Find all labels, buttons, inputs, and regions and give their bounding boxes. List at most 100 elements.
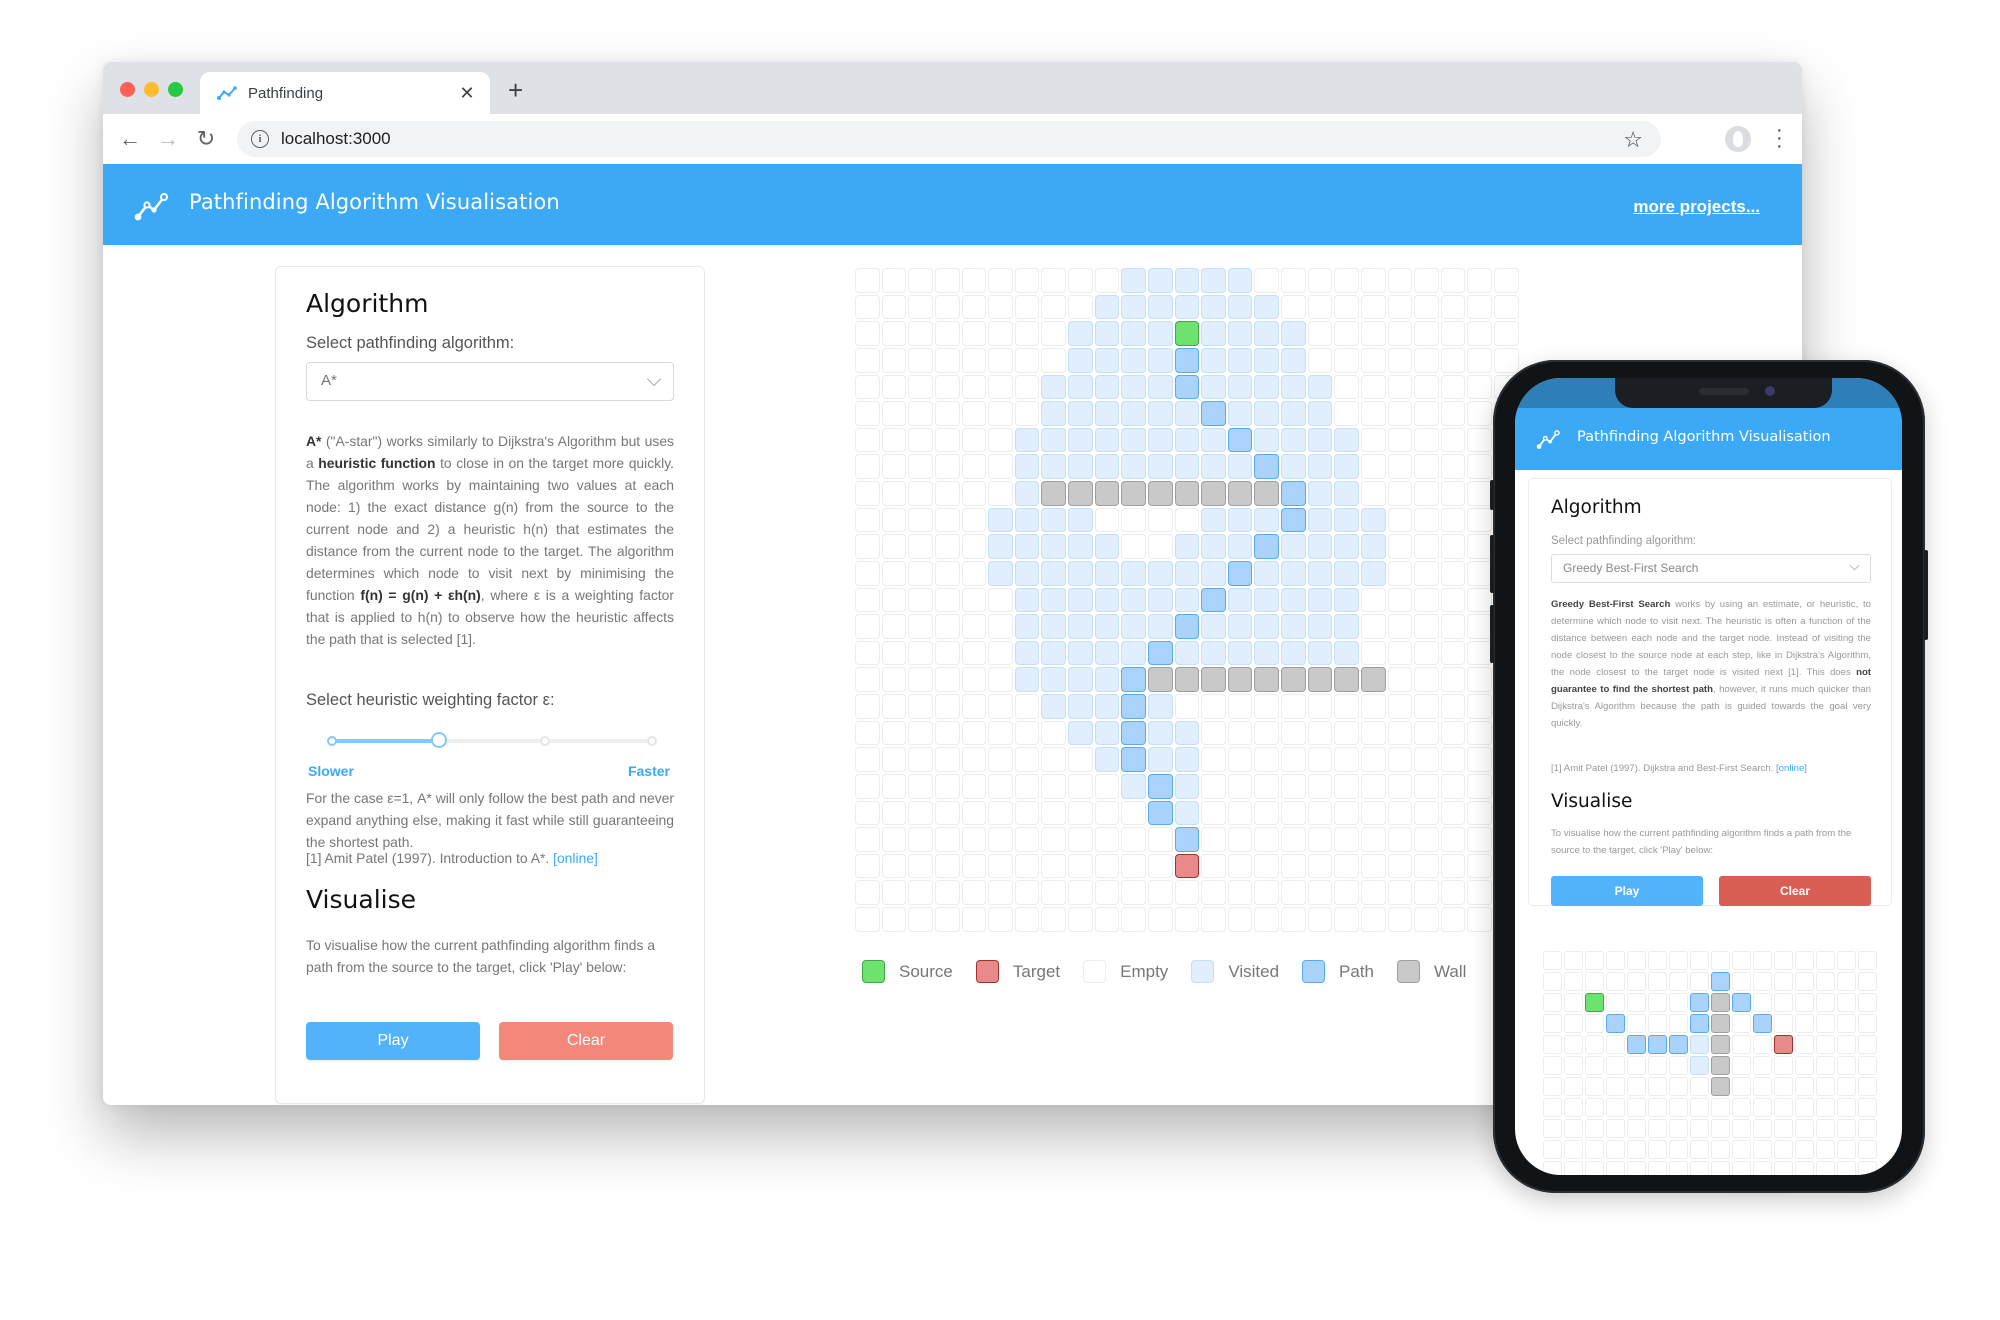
grid-cell-empty[interactable] xyxy=(934,347,960,373)
grid-cell-visited[interactable] xyxy=(1307,507,1333,533)
grid-cell-visited[interactable] xyxy=(1201,321,1226,346)
more-projects-link[interactable]: more projects... xyxy=(1633,197,1760,217)
grid-cell-empty[interactable] xyxy=(1121,907,1146,932)
grid-cell-empty[interactable] xyxy=(1606,993,1625,1012)
grid-cell-empty[interactable] xyxy=(1227,720,1253,746)
grid-cell-visited[interactable] xyxy=(1360,507,1386,533)
grid-cell-empty[interactable] xyxy=(1121,880,1146,905)
grid-cell-visited[interactable] xyxy=(1147,347,1173,373)
grid-cell-visited[interactable] xyxy=(1254,507,1279,533)
grid-cell-visited[interactable] xyxy=(1174,773,1200,799)
grid-cell-empty[interactable] xyxy=(1440,907,1466,932)
grid-cell-visited[interactable] xyxy=(1201,427,1226,453)
grid-cell-empty[interactable] xyxy=(1467,268,1492,293)
grid-cell-empty[interactable] xyxy=(908,454,933,479)
grid-cell-wall[interactable] xyxy=(1227,667,1253,692)
grid-cell-empty[interactable] xyxy=(1795,1014,1814,1033)
grid-cell-empty[interactable] xyxy=(1094,880,1120,905)
grid-cell-visited[interactable] xyxy=(1307,534,1333,559)
grid-cell-empty[interactable] xyxy=(1795,1056,1814,1075)
grid-cell-empty[interactable] xyxy=(1334,827,1359,852)
grid-cell-visited[interactable] xyxy=(1068,614,1093,639)
grid-cell-empty[interactable] xyxy=(1014,347,1040,373)
grid-cell-empty[interactable] xyxy=(1467,773,1492,799)
grid-cell-visited[interactable] xyxy=(1307,560,1333,586)
grid-cell-empty[interactable] xyxy=(881,401,907,426)
grid-cell-empty[interactable] xyxy=(908,747,933,772)
grid-cell-empty[interactable] xyxy=(961,614,987,639)
grid-cell-empty[interactable] xyxy=(1467,560,1492,586)
grid-cell-wall[interactable] xyxy=(1254,667,1279,692)
grid-cell-empty[interactable] xyxy=(1753,1119,1772,1138)
grid-cell-empty[interactable] xyxy=(1201,747,1226,772)
grid-cell-empty[interactable] xyxy=(1014,800,1040,826)
grid-cell-empty[interactable] xyxy=(1467,907,1492,932)
grid-cell-empty[interactable] xyxy=(1774,1014,1793,1033)
grid-cell-empty[interactable] xyxy=(934,694,960,719)
kebab-menu-icon[interactable]: · · · xyxy=(1776,120,1783,156)
grid-cell-empty[interactable] xyxy=(1254,773,1279,799)
grid-cell-empty[interactable] xyxy=(1201,827,1226,852)
grid-cell-empty[interactable] xyxy=(881,294,907,320)
grid-cell-empty[interactable] xyxy=(988,720,1013,746)
grid-cell-empty[interactable] xyxy=(1360,800,1386,826)
grid-cell-empty[interactable] xyxy=(1795,951,1814,970)
grid-cell-empty[interactable] xyxy=(1467,427,1492,453)
grid-cell-empty[interactable] xyxy=(1147,534,1173,559)
grid-cell-empty[interactable] xyxy=(1816,1077,1835,1096)
grid-cell-empty[interactable] xyxy=(1414,294,1439,320)
grid-cell-empty[interactable] xyxy=(1816,993,1835,1012)
grid-cell-empty[interactable] xyxy=(1606,1119,1625,1138)
grid-cell-empty[interactable] xyxy=(1494,347,1519,373)
grid-cell-empty[interactable] xyxy=(908,907,933,932)
grid-cell-visited[interactable] xyxy=(1147,427,1173,453)
grid-cell-empty[interactable] xyxy=(988,667,1013,692)
grid-cell-empty[interactable] xyxy=(908,347,933,373)
grid-cell-empty[interactable] xyxy=(961,747,987,772)
grid-cell-empty[interactable] xyxy=(1387,694,1413,719)
grid-cell-empty[interactable] xyxy=(1753,972,1772,991)
grid-cell-visited[interactable] xyxy=(1174,587,1200,613)
grid-cell-empty[interactable] xyxy=(1467,747,1492,772)
grid-cell-visited[interactable] xyxy=(1041,401,1066,426)
grid-cell-empty[interactable] xyxy=(1360,374,1386,400)
grid-cell-empty[interactable] xyxy=(1387,268,1413,293)
grid-cell-empty[interactable] xyxy=(1307,907,1333,932)
grid-cell-empty[interactable] xyxy=(1360,454,1386,479)
grid-cell-empty[interactable] xyxy=(1068,800,1093,826)
grid-cell-empty[interactable] xyxy=(1254,880,1279,905)
grid-cell-visited[interactable] xyxy=(1307,481,1333,506)
grid-cell-empty[interactable] xyxy=(1564,1035,1583,1054)
grid-cell-visited[interactable] xyxy=(1121,587,1146,613)
grid-cell-visited[interactable] xyxy=(1281,587,1306,613)
grid-cell-empty[interactable] xyxy=(1334,853,1359,879)
grid-cell-empty[interactable] xyxy=(1816,1119,1835,1138)
grid-cell-empty[interactable] xyxy=(988,401,1013,426)
grid-cell-visited[interactable] xyxy=(1121,773,1146,799)
grid-cell-empty[interactable] xyxy=(988,853,1013,879)
grid-cell-empty[interactable] xyxy=(1816,1056,1835,1075)
grid-cell-visited[interactable] xyxy=(1201,294,1226,320)
grid-cell-empty[interactable] xyxy=(1041,268,1066,293)
grid-cell-empty[interactable] xyxy=(1307,827,1333,852)
grid-cell-visited[interactable] xyxy=(1147,694,1173,719)
grid-cell-visited[interactable] xyxy=(1334,427,1359,453)
grid-cell-empty[interactable] xyxy=(1307,347,1333,373)
grid-cell-empty[interactable] xyxy=(1669,1140,1688,1159)
grid-cell-visited[interactable] xyxy=(1147,401,1173,426)
grid-cell-empty[interactable] xyxy=(934,454,960,479)
grid-cell-path[interactable] xyxy=(1627,1035,1646,1054)
grid-cell-wall[interactable] xyxy=(1711,1077,1730,1096)
grid-cell-visited[interactable] xyxy=(1094,694,1120,719)
grid-cell-empty[interactable] xyxy=(1068,853,1093,879)
grid-cell-empty[interactable] xyxy=(1068,747,1093,772)
grid-cell-visited[interactable] xyxy=(1147,587,1173,613)
grid-cell-empty[interactable] xyxy=(1690,1140,1709,1159)
grid-cell-empty[interactable] xyxy=(1585,1077,1604,1096)
grid-cell-empty[interactable] xyxy=(934,720,960,746)
grid-cell-path[interactable] xyxy=(1690,993,1709,1012)
grid-cell-empty[interactable] xyxy=(1440,534,1466,559)
grid-cell-empty[interactable] xyxy=(1648,1161,1667,1175)
grid-cell-empty[interactable] xyxy=(1414,427,1439,453)
grid-cell-empty[interactable] xyxy=(855,294,880,320)
